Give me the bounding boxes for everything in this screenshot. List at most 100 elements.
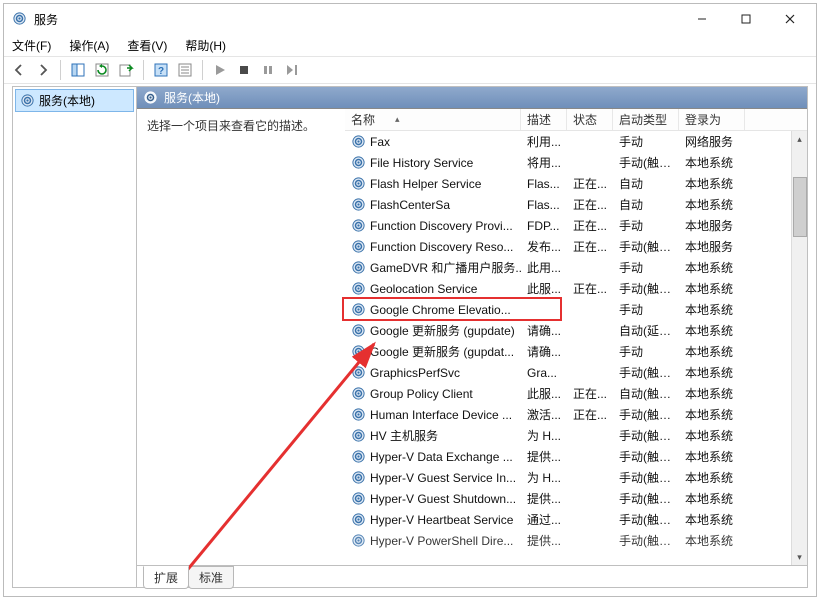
service-icon bbox=[351, 491, 366, 506]
service-row[interactable]: HV 主机服务为 H...手动(触发...本地系统 bbox=[345, 425, 807, 446]
service-row[interactable]: GraphicsPerfSvcGra...手动(触发...本地系统 bbox=[345, 362, 807, 383]
service-desc: Gra... bbox=[521, 366, 567, 380]
service-startup: 手动(触发... bbox=[613, 280, 679, 297]
service-name: Google 更新服务 (gupdat... bbox=[370, 343, 514, 360]
close-button[interactable] bbox=[768, 5, 812, 33]
tab-standard[interactable]: 标准 bbox=[188, 566, 234, 589]
service-name: Human Interface Device ... bbox=[370, 408, 512, 422]
refresh-button[interactable] bbox=[91, 59, 113, 81]
help-button[interactable]: ? bbox=[150, 59, 172, 81]
menu-file[interactable]: 文件(F) bbox=[10, 35, 53, 56]
service-startup: 手动 bbox=[613, 343, 679, 360]
maximize-button[interactable] bbox=[724, 5, 768, 33]
service-row[interactable]: Google 更新服务 (gupdate)请确...自动(延迟...本地系统 bbox=[345, 320, 807, 341]
service-desc: 为 H... bbox=[521, 469, 567, 486]
tree-root-label: 服务(本地) bbox=[39, 92, 95, 109]
service-startup: 手动(触发... bbox=[613, 154, 679, 171]
service-desc: Flas... bbox=[521, 198, 567, 212]
service-desc: 为 H... bbox=[521, 427, 567, 444]
service-desc: 激活... bbox=[521, 406, 567, 423]
service-row[interactable]: Function Discovery Provi...FDP...正在...手动… bbox=[345, 215, 807, 236]
service-startup: 手动(触发... bbox=[613, 469, 679, 486]
show-tree-button[interactable] bbox=[67, 59, 89, 81]
service-status: 正在... bbox=[567, 196, 613, 213]
service-logon: 本地系统 bbox=[679, 385, 745, 402]
tree-root-item[interactable]: 服务(本地) bbox=[15, 89, 134, 112]
service-icon bbox=[351, 365, 366, 380]
services-icon bbox=[143, 90, 158, 105]
forward-button[interactable] bbox=[32, 59, 54, 81]
service-logon: 本地系统 bbox=[679, 469, 745, 486]
service-startup: 自动(延迟... bbox=[613, 322, 679, 339]
service-logon: 本地系统 bbox=[679, 280, 745, 297]
menu-view[interactable]: 查看(V) bbox=[125, 35, 169, 56]
service-row[interactable]: Google Chrome Elevatio...手动本地系统 bbox=[345, 299, 807, 320]
service-row[interactable]: Hyper-V Heartbeat Service通过...手动(触发...本地… bbox=[345, 509, 807, 530]
tab-extended[interactable]: 扩展 bbox=[143, 566, 189, 589]
column-status[interactable]: 状态 bbox=[567, 109, 613, 130]
service-name: Function Discovery Provi... bbox=[370, 219, 513, 233]
service-desc: FDP... bbox=[521, 219, 567, 233]
properties-button[interactable] bbox=[174, 59, 196, 81]
menu-action[interactable]: 操作(A) bbox=[67, 35, 111, 56]
scroll-down-icon[interactable]: ▾ bbox=[792, 549, 807, 565]
service-row[interactable]: FlashCenterSaFlas...正在...自动本地系统 bbox=[345, 194, 807, 215]
service-icon bbox=[351, 176, 366, 191]
tree-pane: 服务(本地) bbox=[13, 87, 137, 587]
service-logon: 本地服务 bbox=[679, 217, 745, 234]
service-row[interactable]: Human Interface Device ...激活...正在...手动(触… bbox=[345, 404, 807, 425]
service-row[interactable]: Flash Helper ServiceFlas...正在...自动本地系统 bbox=[345, 173, 807, 194]
service-name: Hyper-V Heartbeat Service bbox=[370, 513, 513, 527]
service-name: Hyper-V Guest Service In... bbox=[370, 471, 516, 485]
restart-service-button[interactable] bbox=[281, 59, 303, 81]
service-row[interactable]: Function Discovery Reso...发布...正在...手动(触… bbox=[345, 236, 807, 257]
column-description[interactable]: 描述 bbox=[521, 109, 567, 130]
scrollbar-thumb[interactable] bbox=[793, 177, 807, 237]
service-row[interactable]: Google 更新服务 (gupdat...请确...手动本地系统 bbox=[345, 341, 807, 362]
service-status: 正在... bbox=[567, 238, 613, 255]
export-button[interactable] bbox=[115, 59, 137, 81]
menubar: 文件(F) 操作(A) 查看(V) 帮助(H) bbox=[4, 34, 816, 56]
service-row[interactable]: Hyper-V Guest Service In... 为 H... 手动(触发..… bbox=[345, 467, 807, 488]
service-startup: 手动(触发... bbox=[613, 427, 679, 444]
service-name: Hyper-V Data Exchange ... bbox=[370, 450, 513, 464]
service-desc: 请确... bbox=[521, 343, 567, 360]
service-name: File History Service bbox=[370, 156, 473, 170]
service-icon bbox=[351, 260, 366, 275]
column-name[interactable]: 名称 ▴ bbox=[345, 109, 521, 130]
vertical-scrollbar[interactable]: ▴ ▾ bbox=[791, 131, 807, 565]
start-service-button[interactable] bbox=[209, 59, 231, 81]
service-row[interactable]: Group Policy Client此服...正在...自动(触发...本地系… bbox=[345, 383, 807, 404]
service-startup: 手动(触发... bbox=[613, 532, 679, 549]
column-headers[interactable]: 名称 ▴ 描述 状态 启动类型 登录为 bbox=[345, 109, 807, 131]
service-startup: 手动 bbox=[613, 133, 679, 150]
service-row[interactable]: Hyper-V Data Exchange ...提供...手动(触发...本地… bbox=[345, 446, 807, 467]
column-startup[interactable]: 启动类型 bbox=[613, 109, 679, 130]
toolbar: ? bbox=[4, 56, 816, 84]
service-row[interactable]: Hyper-V PowerShell Dire...提供...手动(触发...本… bbox=[345, 530, 807, 551]
service-status: 正在... bbox=[567, 175, 613, 192]
service-row[interactable]: Hyper-V Guest Shutdown...提供...手动(触发...本地… bbox=[345, 488, 807, 509]
service-icon bbox=[351, 155, 366, 170]
service-startup: 手动(触发... bbox=[613, 406, 679, 423]
service-logon: 本地系统 bbox=[679, 490, 745, 507]
stop-service-button[interactable] bbox=[233, 59, 255, 81]
service-startup: 手动 bbox=[613, 301, 679, 318]
menu-help[interactable]: 帮助(H) bbox=[183, 35, 228, 56]
column-logon[interactable]: 登录为 bbox=[679, 109, 745, 130]
service-logon: 本地系统 bbox=[679, 406, 745, 423]
service-row[interactable]: GameDVR 和广播用户服务...此用...手动本地系统 bbox=[345, 257, 807, 278]
service-row[interactable]: Geolocation Service此服...正在...手动(触发...本地系… bbox=[345, 278, 807, 299]
service-row[interactable]: File History Service将用...手动(触发...本地系统 bbox=[345, 152, 807, 173]
service-icon bbox=[351, 344, 366, 359]
window-title: 服务 bbox=[34, 11, 680, 28]
service-icon bbox=[351, 239, 366, 254]
minimize-button[interactable] bbox=[680, 5, 724, 33]
pause-service-button[interactable] bbox=[257, 59, 279, 81]
service-row[interactable]: Fax利用...手动网络服务 bbox=[345, 131, 807, 152]
back-button[interactable] bbox=[8, 59, 30, 81]
service-desc: 利用... bbox=[521, 133, 567, 150]
services-icon bbox=[12, 11, 28, 27]
scroll-up-icon[interactable]: ▴ bbox=[792, 131, 807, 147]
service-logon: 本地系统 bbox=[679, 259, 745, 276]
